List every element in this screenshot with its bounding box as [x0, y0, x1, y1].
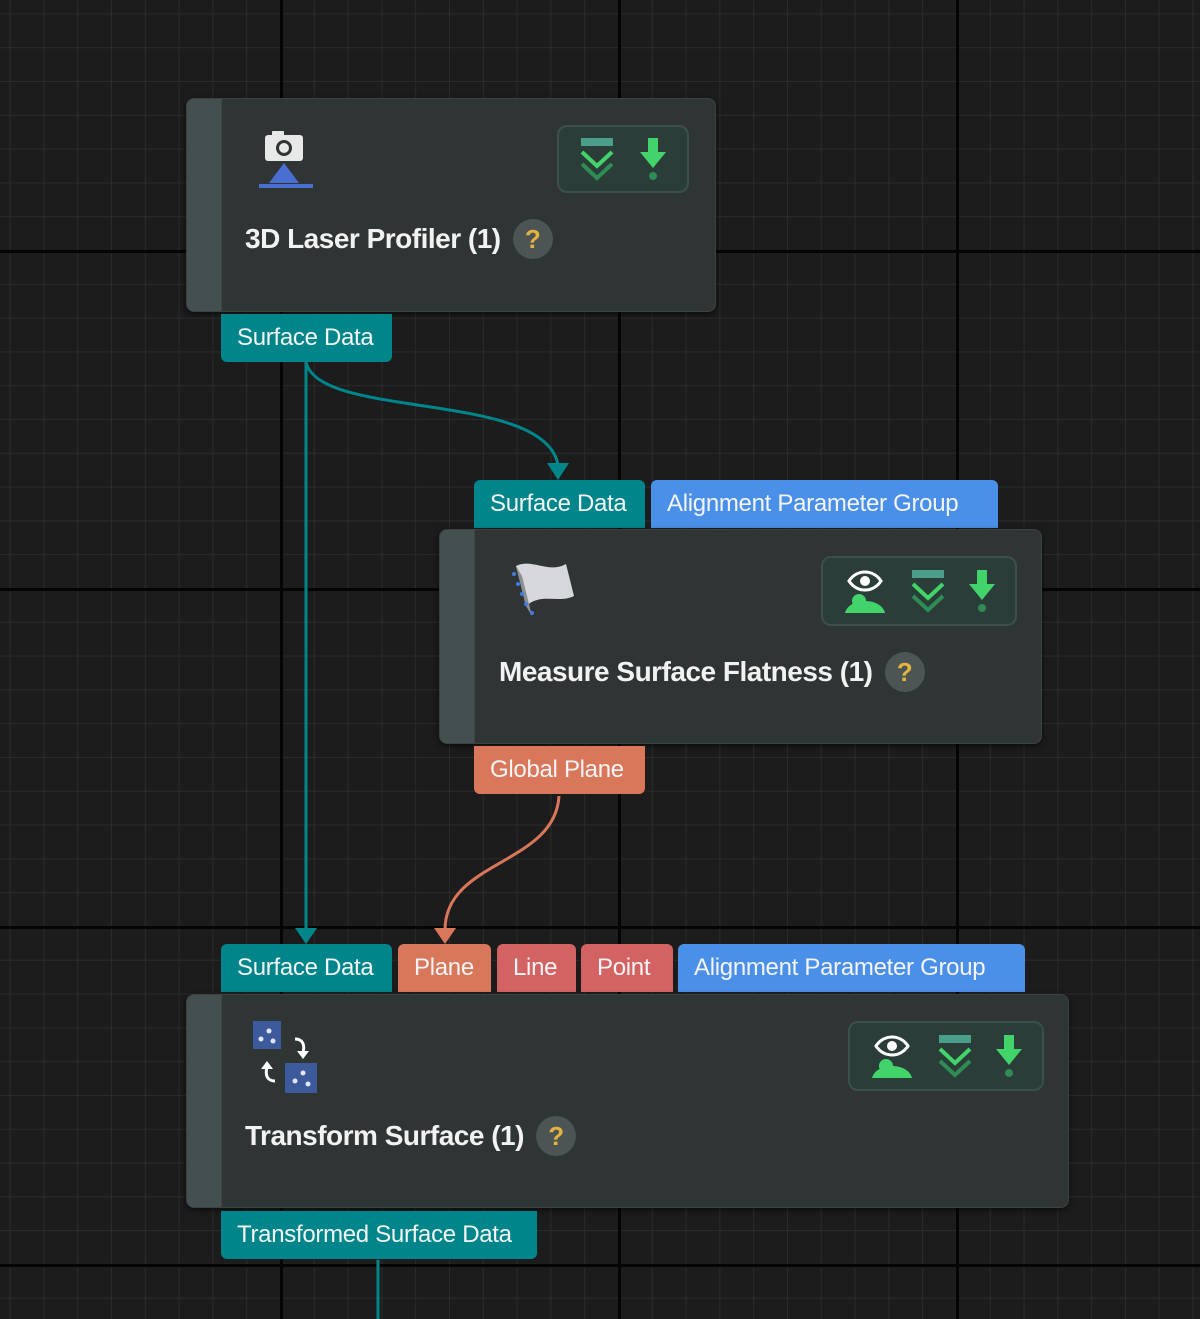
input-port-surface-data[interactable]: Surface Data [474, 480, 645, 528]
transform-icon [251, 1019, 323, 1100]
camera-icon [257, 127, 315, 196]
node-title-text: Transform Surface (1) [245, 1120, 524, 1151]
output-port-transformed-surface-data[interactable]: Transformed Surface Data [221, 1211, 537, 1259]
collapse-chevron-icon[interactable] [937, 1033, 973, 1079]
node-laser-profiler[interactable]: 3D Laser Profiler (1) ? [186, 98, 716, 312]
help-icon[interactable]: ? [884, 652, 925, 692]
node-title-text: Measure Surface Flatness (1) [499, 656, 873, 687]
input-port-point[interactable]: Point [581, 944, 673, 992]
download-icon[interactable] [967, 568, 997, 614]
node-drag-handle[interactable] [187, 995, 222, 1207]
node-title-text: 3D Laser Profiler (1) [245, 223, 501, 254]
wire-arrow-flatness-surface [547, 463, 569, 480]
wire-plane-to-transform[interactable] [443, 795, 561, 931]
surface-flatness-icon [502, 556, 578, 627]
input-port-surface-data[interactable]: Surface Data [221, 944, 392, 992]
wire-arrow-transform-surface [295, 928, 317, 944]
visibility-eye-icon[interactable] [868, 1032, 916, 1080]
node-transform-surface[interactable]: Transform Surface (1) ? [186, 994, 1069, 1208]
node-actions [848, 1021, 1044, 1091]
collapse-chevron-icon[interactable] [579, 136, 615, 182]
help-icon[interactable]: ? [512, 219, 553, 259]
download-icon[interactable] [994, 1033, 1024, 1079]
node-actions [821, 556, 1017, 626]
collapse-chevron-icon[interactable] [910, 568, 946, 614]
output-port-global-plane[interactable]: Global Plane [474, 746, 645, 794]
input-port-alignment-parameter-group[interactable]: Alignment Parameter Group [678, 944, 1025, 992]
node-measure-surface-flatness[interactable]: Measure Surface Flatness (1) ? [439, 529, 1042, 744]
input-port-line[interactable]: Line [497, 944, 576, 992]
input-port-alignment-parameter-group[interactable]: Alignment Parameter Group [651, 480, 998, 528]
node-title: Transform Surface (1) ? [245, 1116, 576, 1156]
output-port-surface-data[interactable]: Surface Data [221, 314, 392, 362]
help-icon[interactable]: ? [535, 1116, 576, 1156]
input-port-plane[interactable]: Plane [398, 944, 491, 992]
download-icon[interactable] [638, 136, 668, 182]
node-drag-handle[interactable] [187, 99, 222, 311]
node-title: 3D Laser Profiler (1) ? [245, 219, 553, 259]
wire-surface-to-flatness[interactable] [304, 361, 560, 466]
node-title: Measure Surface Flatness (1) ? [499, 652, 925, 692]
wire-arrow-transform-plane [434, 928, 456, 944]
visibility-eye-icon[interactable] [841, 567, 889, 615]
node-drag-handle[interactable] [440, 530, 475, 743]
node-actions [557, 125, 689, 193]
